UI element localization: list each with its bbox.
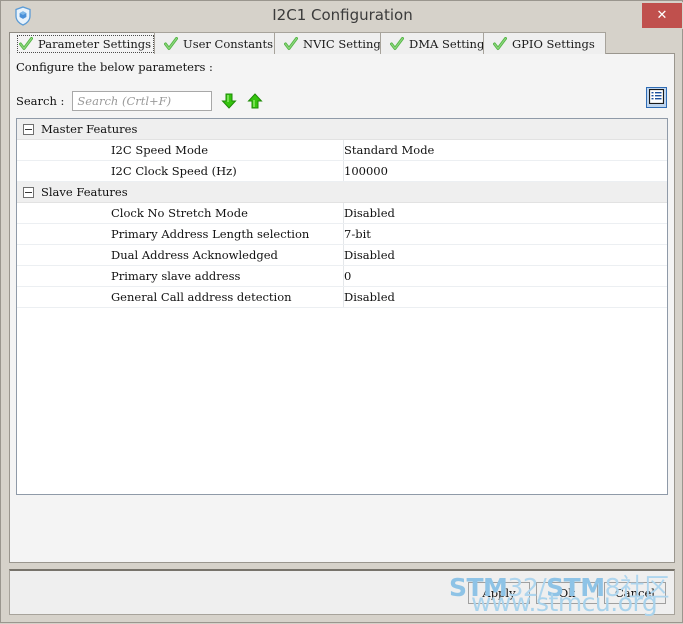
cancel-button[interactable]: Cancel xyxy=(604,582,666,604)
close-icon: ✕ xyxy=(656,8,668,23)
button-bar: Apply Ok Cancel xyxy=(468,582,666,604)
list-view-button[interactable] xyxy=(646,87,667,108)
param-value[interactable]: Standard Mode xyxy=(344,143,434,157)
tab-parameter-settings[interactable]: Parameter Settings xyxy=(9,32,162,54)
param-value[interactable]: Disabled xyxy=(344,248,395,262)
apply-button[interactable]: Apply xyxy=(468,582,530,604)
list-view-icon xyxy=(648,88,665,107)
tab-label: Parameter Settings xyxy=(38,36,151,51)
param-value[interactable]: 7-bit xyxy=(344,227,371,241)
param-name: Clock No Stretch Mode xyxy=(111,206,248,220)
search-input[interactable] xyxy=(72,91,213,111)
tab-gpio-settings[interactable]: GPIO Settings xyxy=(483,32,606,54)
tab-label: NVIC Settings xyxy=(303,36,387,51)
dialog-footer: Apply Ok Cancel xyxy=(9,569,675,615)
param-value[interactable]: 100000 xyxy=(344,164,388,178)
collapse-toggle-icon[interactable] xyxy=(23,186,34,198)
collapse-toggle-icon[interactable] xyxy=(23,123,34,135)
close-button[interactable]: ✕ xyxy=(642,3,682,28)
green-down-arrow-icon[interactable] xyxy=(220,92,238,110)
parameter-settings-pane: Configure the below parameters : Search … xyxy=(9,54,675,563)
tab-label: DMA Settings xyxy=(409,36,491,51)
param-name: Primary slave address xyxy=(111,269,241,283)
instruction-text: Configure the below parameters : xyxy=(16,60,213,74)
group-header-slave-features[interactable]: Slave Features xyxy=(17,182,667,203)
green-check-icon xyxy=(493,36,507,51)
group-label: Slave Features xyxy=(41,185,128,199)
param-name: Dual Address Acknowledged xyxy=(111,248,278,262)
green-check-icon xyxy=(164,36,178,51)
green-check-icon xyxy=(390,36,404,51)
tab-user-constants[interactable]: User Constants xyxy=(154,32,284,54)
param-name: General Call address detection xyxy=(111,290,292,304)
tab-label: User Constants xyxy=(183,36,273,51)
green-up-arrow-icon[interactable] xyxy=(246,92,264,110)
param-name: I2C Speed Mode xyxy=(111,143,209,157)
green-check-icon xyxy=(284,36,298,51)
table-row[interactable]: Primary Address Length selection 7-bit xyxy=(17,224,667,245)
table-row[interactable]: Clock No Stretch Mode Disabled xyxy=(17,203,667,224)
table-row[interactable]: Dual Address Acknowledged Disabled xyxy=(17,245,667,266)
search-row: Search : xyxy=(16,90,264,112)
i2c-configuration-window: I2C1 Configuration ✕ Parameter Settings xyxy=(0,0,683,623)
param-value[interactable]: 0 xyxy=(344,269,351,283)
table-row[interactable]: I2C Speed Mode Standard Mode xyxy=(17,140,667,161)
tab-label: GPIO Settings xyxy=(512,36,595,51)
table-row[interactable]: I2C Clock Speed (Hz) 100000 xyxy=(17,161,667,182)
param-name: Primary Address Length selection xyxy=(111,227,310,241)
table-row[interactable]: General Call address detection Disabled xyxy=(17,287,667,308)
green-check-icon xyxy=(19,36,33,51)
ok-button[interactable]: Ok xyxy=(536,582,598,604)
parameter-table[interactable]: Master Features I2C Speed Mode Standard … xyxy=(16,118,668,495)
group-label: Master Features xyxy=(41,122,138,136)
tab-strip: Parameter Settings User Constants NVIC S… xyxy=(9,32,675,54)
title-bar: I2C1 Configuration ✕ xyxy=(2,2,683,29)
search-label: Search : xyxy=(16,94,65,108)
page-title: I2C1 Configuration xyxy=(272,6,413,24)
table-row[interactable]: Primary slave address 0 xyxy=(17,266,667,287)
param-value[interactable]: Disabled xyxy=(344,290,395,304)
group-header-master-features[interactable]: Master Features xyxy=(17,119,667,140)
param-value[interactable]: Disabled xyxy=(344,206,395,220)
param-name: I2C Clock Speed (Hz) xyxy=(111,164,237,178)
